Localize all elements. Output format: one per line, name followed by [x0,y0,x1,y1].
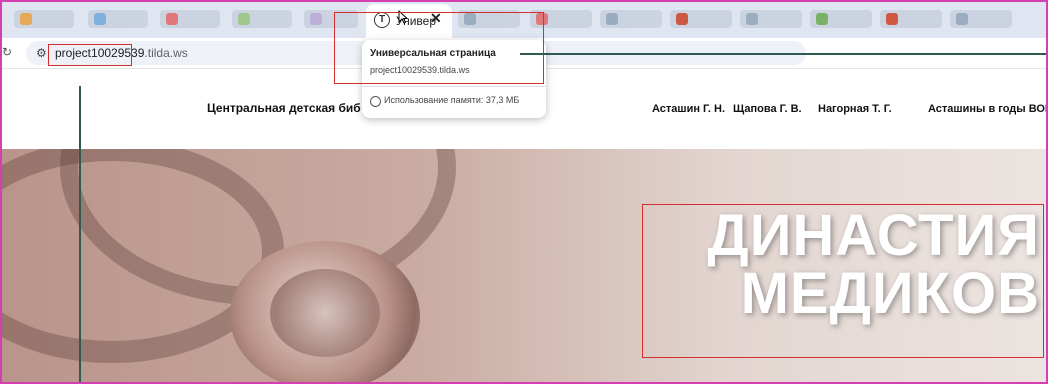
tab-blurred[interactable] [88,10,148,28]
tab-active[interactable]: T Универ ✕ [366,4,452,38]
tab-blurred[interactable] [458,10,520,28]
tab-blurred[interactable] [810,10,872,28]
close-icon[interactable]: ✕ [430,10,442,27]
tab-blurred[interactable] [160,10,220,28]
annotation-line [79,86,81,384]
tab-hover-card: Универсальная страница project10029539.t… [362,40,546,118]
mouse-cursor-icon [398,10,408,24]
tab-blurred[interactable] [232,10,292,28]
url-text[interactable]: project10029539.tilda.ws [55,46,188,60]
nav-link[interactable]: Щапова Г. В. [733,103,802,115]
stethoscope-image [270,269,380,357]
tab-blurred[interactable] [530,10,592,28]
tab-blurred[interactable] [670,10,732,28]
hover-card-url: project10029539.tilda.ws [370,65,470,75]
memory-gauge-icon [370,96,381,107]
hover-card-divider [362,86,546,87]
hover-card-title: Универсальная страница [370,48,496,59]
site-title[interactable]: Центральная детская биб [207,101,361,115]
annotation-line [520,53,1048,55]
tab-strip: T Универ ✕ [0,0,1048,38]
hover-card-memory: Использование памяти: 37,3 МБ [384,95,520,105]
nav-link[interactable]: Асташин Г. Н. [652,103,725,115]
url-host: project10029539 [55,46,145,60]
reload-icon[interactable]: ↻ [2,45,12,59]
hero-title: ДИНАСТИЯ МЕДИКОВ [660,207,1040,323]
tab-blurred[interactable] [304,10,358,28]
url-domain: .tilda.ws [144,46,188,60]
nav-link[interactable]: Асташины в годы ВОВ [928,103,1048,115]
hero-banner: ДИНАСТИЯ МЕДИКОВ [0,149,1048,384]
tilda-favicon-icon: T [374,12,390,28]
nav-link[interactable]: Нагорная Т. Г. [818,103,892,115]
tab-blurred[interactable] [740,10,802,28]
tab-blurred[interactable] [880,10,942,28]
tab-blurred[interactable] [14,10,74,28]
tab-blurred[interactable] [600,10,662,28]
tab-blurred[interactable] [950,10,1012,28]
hero-title-line: ДИНАСТИЯ [707,203,1040,268]
site-info-icon[interactable]: ⚙ [36,46,47,60]
hero-title-line: МЕДИКОВ [740,261,1040,326]
